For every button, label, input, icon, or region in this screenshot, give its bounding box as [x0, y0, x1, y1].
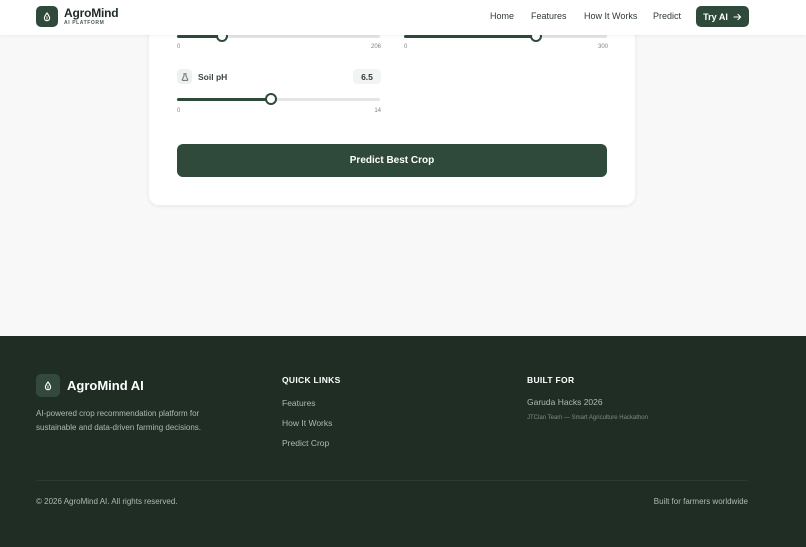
footer-link-how-it-works[interactable]: How It Works [282, 418, 332, 428]
slider-right-min: 0 [404, 44, 408, 50]
arrow-right-icon [733, 13, 741, 20]
copyright-text: © 2026 AgroMind AI. All rights reserved. [36, 497, 178, 506]
slider-right-max: 300 [597, 44, 608, 50]
slider-left-max: 206 [370, 44, 381, 50]
footer-link-predict-crop[interactable]: Predict Crop [282, 438, 329, 448]
leaf-drop-icon [44, 380, 52, 390]
built-for-heading: BUILT FOR [527, 375, 575, 385]
soil-ph-slider-thumb[interactable] [265, 93, 278, 105]
nav-home[interactable]: Home [490, 11, 514, 22]
slider-left-min: 0 [177, 44, 181, 50]
nav-how-it-works[interactable]: How It Works [584, 11, 637, 22]
footer-link-features[interactable]: Features [282, 398, 316, 408]
soil-ph-max: 14 [374, 108, 381, 114]
brand-logo[interactable] [36, 6, 58, 27]
soil-ph-icon-box [177, 69, 192, 84]
nav-features[interactable]: Features [531, 11, 567, 22]
leaf-drop-icon [43, 11, 51, 21]
site-footer: AgroMind AI AI-powered crop recommendati… [0, 336, 806, 547]
soil-ph-min: 0 [177, 108, 181, 114]
footer-tagline: Built for farmers worldwide [653, 497, 748, 506]
slider-left-track[interactable] [177, 30, 380, 42]
soil-ph-slider-track[interactable] [177, 93, 380, 105]
built-for-team: JTClan Team — Smart Agriculture Hackatho… [527, 415, 648, 421]
quick-links-heading: QUICK LINKS [282, 375, 341, 385]
soil-ph-value[interactable]: 6.5 [353, 69, 381, 84]
brand-subtitle: AI PLATFORM [64, 20, 105, 26]
soil-ph-label: Soil pH [198, 72, 228, 82]
nav-predict[interactable]: Predict [653, 11, 681, 22]
slider-right-track[interactable] [404, 30, 607, 42]
footer-brand-name: AgroMind AI [67, 378, 144, 393]
footer-divider [36, 480, 748, 481]
flask-icon [181, 72, 188, 81]
try-ai-button[interactable]: Try AI [696, 6, 749, 27]
footer-description: AI-powered crop recommendation platform … [36, 409, 201, 432]
top-navbar: AgroMind AI PLATFORM Home Features How I… [0, 0, 806, 35]
brand-name: AgroMind [64, 6, 119, 20]
built-for-event: Garuda Hacks 2026 [527, 397, 603, 407]
slider-left-fill [177, 35, 222, 38]
try-ai-label: Try AI [703, 11, 728, 22]
footer-logo [36, 374, 60, 397]
slider-right-fill [404, 35, 536, 38]
predict-best-crop-button[interactable]: Predict Best Crop [177, 144, 607, 177]
soil-ph-slider-fill [177, 98, 272, 101]
